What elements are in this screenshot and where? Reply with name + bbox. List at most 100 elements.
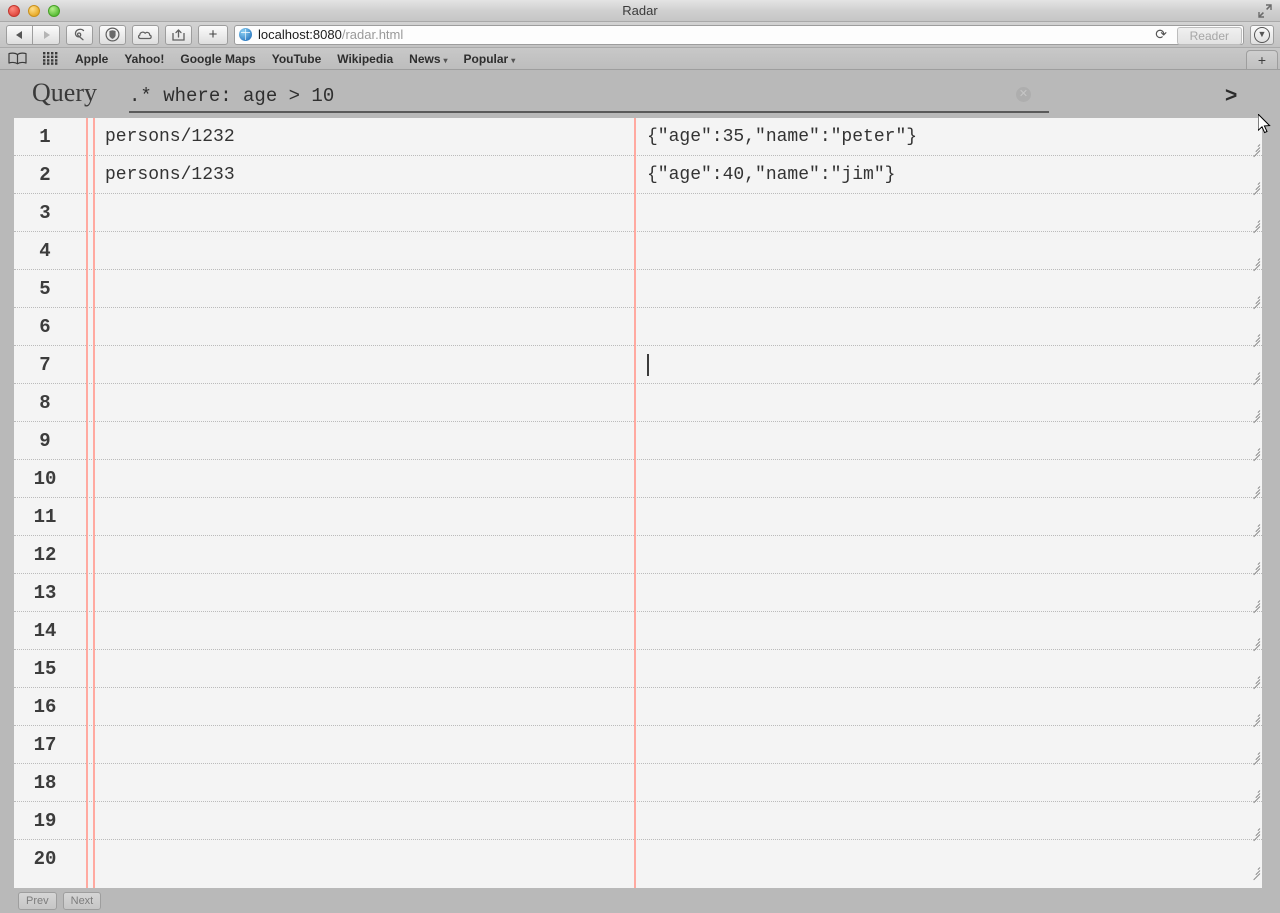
row-key-cell[interactable] bbox=[94, 688, 624, 726]
row-value-cell[interactable] bbox=[635, 384, 1262, 422]
row-number: 10 bbox=[33, 468, 57, 490]
window-titlebar: Radar bbox=[0, 0, 1280, 22]
row-value-cell[interactable] bbox=[635, 270, 1262, 308]
row-number: 13 bbox=[33, 582, 57, 604]
query-label: Query bbox=[32, 78, 97, 107]
table-row: 14 bbox=[14, 612, 1262, 652]
table-row: 11 bbox=[14, 498, 1262, 538]
row-value-cell[interactable] bbox=[635, 840, 1262, 878]
safari-compass-icon[interactable] bbox=[66, 24, 93, 45]
forward-button[interactable] bbox=[33, 24, 60, 45]
cloud-icon[interactable] bbox=[132, 24, 159, 45]
row-value-cell[interactable] bbox=[635, 688, 1262, 726]
row-number: 20 bbox=[33, 848, 57, 870]
table-row: 10 bbox=[14, 460, 1262, 500]
book-icon[interactable] bbox=[8, 52, 27, 65]
row-key-cell[interactable] bbox=[94, 574, 624, 612]
row-value-cell[interactable]: {"age":35,"name":"peter"} bbox=[635, 118, 1262, 156]
row-number: 16 bbox=[33, 696, 57, 718]
add-tab-button[interactable]: + bbox=[1246, 50, 1278, 69]
row-number: 11 bbox=[33, 506, 57, 528]
row-key-cell[interactable] bbox=[94, 726, 624, 764]
bookmark-label: Popular bbox=[463, 51, 509, 66]
row-key-cell[interactable]: persons/1232 bbox=[94, 118, 624, 156]
table-row: 1 persons/1232 {"age":35,"name":"peter"} bbox=[14, 118, 1262, 158]
row-key-cell[interactable] bbox=[94, 460, 624, 498]
prev-page-button[interactable]: Prev bbox=[18, 892, 57, 910]
row-key-cell[interactable]: persons/1233 bbox=[94, 156, 624, 194]
row-value-cell[interactable] bbox=[635, 232, 1262, 270]
row-key-cell[interactable] bbox=[94, 498, 624, 536]
table-row: 6 bbox=[14, 308, 1262, 348]
row-value-cell[interactable] bbox=[635, 422, 1262, 460]
grid-icon[interactable] bbox=[43, 52, 59, 65]
bookmark-popular[interactable]: Popular ▾ bbox=[464, 52, 516, 66]
bookmark-label: Google Maps bbox=[180, 51, 256, 66]
bookmark-news[interactable]: News ▾ bbox=[409, 52, 447, 66]
query-input[interactable] bbox=[129, 83, 1009, 109]
row-key-cell[interactable] bbox=[94, 270, 624, 308]
row-value-cell[interactable] bbox=[635, 194, 1262, 232]
row-value-cell[interactable] bbox=[635, 612, 1262, 650]
text-caret bbox=[647, 354, 649, 376]
row-value-cell[interactable] bbox=[635, 650, 1262, 688]
row-value-cell[interactable] bbox=[635, 764, 1262, 802]
row-value-cell[interactable] bbox=[635, 726, 1262, 764]
next-page-button[interactable]: Next bbox=[62, 892, 102, 910]
row-number: 6 bbox=[39, 316, 51, 338]
table-row: 18 bbox=[14, 764, 1262, 804]
row-value-cell[interactable] bbox=[635, 308, 1262, 346]
row-key-cell[interactable] bbox=[94, 422, 624, 460]
address-bar[interactable]: localhost:8080 /radar.html ⟳ Reader bbox=[234, 24, 1244, 45]
row-value-cell[interactable] bbox=[635, 346, 1262, 384]
row-number: 1 bbox=[39, 126, 51, 148]
row-key-cell[interactable] bbox=[94, 346, 624, 384]
reader-button[interactable]: Reader bbox=[1176, 26, 1242, 45]
row-number: 3 bbox=[39, 202, 51, 224]
row-value-cell[interactable]: {"age":40,"name":"jim"} bbox=[635, 156, 1262, 194]
bookmark-google-maps[interactable]: Google Maps bbox=[180, 52, 255, 66]
bookmark-label: YouTube bbox=[271, 51, 322, 66]
fullscreen-icon[interactable] bbox=[1258, 4, 1272, 18]
row-number: 4 bbox=[39, 240, 51, 262]
new-tab-button[interactable]: + bbox=[198, 24, 228, 45]
row-value-cell[interactable] bbox=[635, 498, 1262, 536]
browser-window: Radar + localhost:8080 /radar.html ⟳ Rea… bbox=[0, 0, 1280, 913]
row-key-cell[interactable] bbox=[94, 650, 624, 688]
bookmark-youtube[interactable]: YouTube bbox=[272, 52, 322, 66]
row-value-cell[interactable] bbox=[635, 460, 1262, 498]
bookmark-apple[interactable]: Apple bbox=[75, 52, 108, 66]
chevron-down-icon: ▾ bbox=[511, 55, 516, 65]
run-query-button[interactable]: > bbox=[1225, 84, 1237, 108]
nav-button-group bbox=[6, 24, 60, 45]
bookmark-wikipedia[interactable]: Wikipedia bbox=[337, 52, 393, 66]
table-row: 9 bbox=[14, 422, 1262, 462]
row-value-cell[interactable] bbox=[635, 574, 1262, 612]
share-icon[interactable] bbox=[165, 24, 192, 45]
downloads-button[interactable]: ▼ bbox=[1250, 24, 1274, 45]
site-globe-icon bbox=[239, 28, 252, 41]
results-rows: 1 persons/1232 {"age":35,"name":"peter"} 2 p… bbox=[14, 118, 1262, 881]
row-key-cell[interactable] bbox=[94, 232, 624, 270]
row-key-cell[interactable] bbox=[94, 764, 624, 802]
table-row: 8 bbox=[14, 384, 1262, 424]
row-key-cell[interactable] bbox=[94, 840, 624, 878]
back-button[interactable] bbox=[6, 24, 33, 45]
shield-icon[interactable] bbox=[99, 24, 126, 45]
bookmark-list: Apple Yahoo! Google Maps YouTube Wikipedia Ne… bbox=[75, 52, 515, 66]
table-row: 3 bbox=[14, 194, 1262, 234]
row-value-cell[interactable] bbox=[635, 802, 1262, 840]
row-key-cell[interactable] bbox=[94, 802, 624, 840]
row-key-cell[interactable] bbox=[94, 612, 624, 650]
row-value-cell[interactable] bbox=[635, 536, 1262, 574]
row-key-cell[interactable] bbox=[94, 308, 624, 346]
bookmark-yahoo[interactable]: Yahoo! bbox=[124, 52, 164, 66]
clear-query-icon[interactable]: ✕ bbox=[1016, 87, 1031, 102]
row-key-cell[interactable] bbox=[94, 194, 624, 232]
window-title: Radar bbox=[622, 3, 658, 18]
reload-icon[interactable]: ⟳ bbox=[1155, 26, 1167, 43]
row-number: 15 bbox=[33, 658, 57, 680]
row-key-cell[interactable] bbox=[94, 536, 624, 574]
row-key-cell[interactable] bbox=[94, 384, 624, 422]
table-row: 7 bbox=[14, 346, 1262, 386]
